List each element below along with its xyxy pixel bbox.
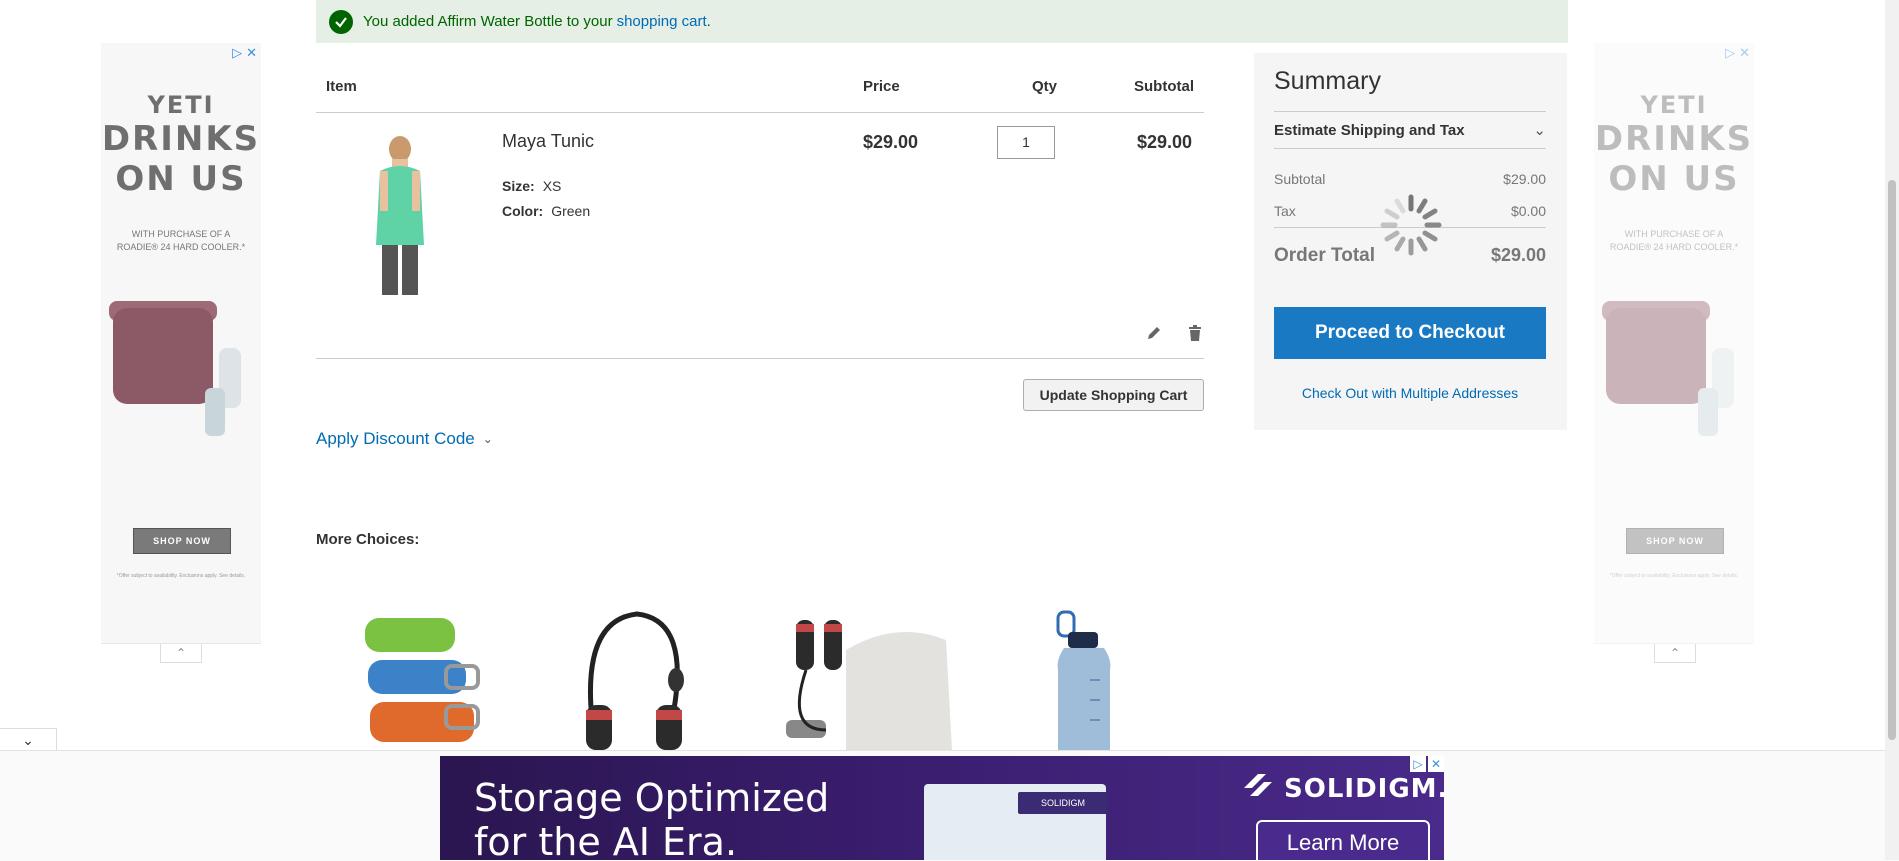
left-ad-collapse-button[interactable]: ⌃ <box>160 644 202 663</box>
estimate-shipping-toggle[interactable]: Estimate Shipping and Tax ⌄ <box>1274 111 1546 149</box>
ad-brand-line1: YETI <box>1640 91 1708 119</box>
summary-subtotal-label: Subtotal <box>1274 171 1326 187</box>
left-side-ad[interactable]: ▷ ✕ YETI DRINKS ON US WITH PURCHASE OF A… <box>101 43 261 644</box>
banner-brand: SOLIDIGM. <box>1240 770 1444 807</box>
ad-subtext: WITH PURCHASE OF A ROADIE® 24 HARD COOLE… <box>116 229 246 252</box>
bottle-image-small <box>205 388 225 436</box>
option-size-value: XS <box>542 178 562 194</box>
edit-icon[interactable] <box>1145 324 1163 342</box>
option-color-label: Color: <box>502 203 544 219</box>
item-subtotal: $29.00 <box>1137 132 1193 152</box>
ad-shop-now-button[interactable]: SHOP NOW <box>133 528 231 554</box>
update-cart-button[interactable]: Update Shopping Cart <box>1023 379 1204 411</box>
adchoices-icon[interactable]: ▷ <box>1410 756 1426 772</box>
ad-brand-line1: YETI <box>147 91 215 119</box>
option-color-value: Green <box>551 203 591 219</box>
multi-address-checkout-link[interactable]: Check Out with Multiple Addresses <box>1274 385 1546 401</box>
qty-input[interactable]: 1 <box>997 126 1055 159</box>
ad-brand-line3: ON US <box>115 159 247 199</box>
ad-controls[interactable]: ▷ ✕ <box>232 45 257 61</box>
message-suffix: . <box>706 13 711 30</box>
summary-tax-value: $0.00 <box>1510 203 1546 219</box>
scrollbar-thumb[interactable] <box>1888 180 1896 740</box>
bottle-image-small <box>1698 388 1718 436</box>
banner-card-tag: SOLIDIGM <box>1018 792 1108 814</box>
item-price: $29.00 <box>863 132 919 152</box>
summary-tax-label: Tax <box>1274 203 1296 219</box>
checkmark-icon <box>329 9 353 34</box>
ad-brand-line3: ON US <box>1608 159 1740 199</box>
ad-fine-print: *Offer subject to availability. Exclusio… <box>116 573 246 579</box>
solidigm-logo-icon <box>1240 770 1276 807</box>
ad-brand-line2: DRINKS <box>1594 119 1754 159</box>
ad-brand-line2: DRINKS <box>101 119 261 159</box>
option-size-label: Size: <box>502 178 535 194</box>
related-product-water-bottle[interactable] <box>1050 610 1120 750</box>
summary-title: Summary <box>1274 67 1381 95</box>
banner-headline-line1: Storage Optimized <box>474 776 830 820</box>
right-ad-collapse-button[interactable]: ⌃ <box>1654 644 1696 663</box>
chevron-down-icon: ⌄ <box>482 432 493 446</box>
loading-spinner-icon <box>1379 193 1443 257</box>
chevron-up-icon: ⌃ <box>175 646 187 660</box>
estimate-shipping-label[interactable]: Estimate Shipping and Tax <box>1274 122 1465 139</box>
banner-headline-line2: for the AI Era. <box>474 820 738 860</box>
close-icon[interactable]: ✕ <box>1739 45 1750 61</box>
trash-icon[interactable] <box>1186 324 1204 342</box>
ad-brand: YETI DRINKS ON US <box>1594 91 1754 199</box>
header-item: Item <box>326 78 357 95</box>
success-message: You added Affirm Water Bottle to your sh… <box>316 0 1568 43</box>
bottom-banner-ad[interactable]: Storage Optimized for the AI Era. SOLIDI… <box>440 756 1444 860</box>
banner-brand-text: SOLIDIGM. <box>1284 773 1444 804</box>
product-name-link[interactable]: Maya Tunic <box>502 131 594 152</box>
cooler-body <box>113 308 213 404</box>
ad-controls[interactable]: ▷ ✕ <box>1725 45 1750 61</box>
product-thumbnail[interactable] <box>362 135 438 297</box>
banner-ad-controls[interactable]: ▷ ✕ <box>1410 756 1444 772</box>
related-product-jump-rope[interactable] <box>572 610 702 750</box>
chevron-up-icon: ⌃ <box>1669 646 1681 660</box>
related-product-yoga-strap[interactable] <box>360 610 490 750</box>
cart-table-header: Item Price Qty Subtotal <box>316 78 1204 113</box>
bottom-ad-collapse-button[interactable]: ⌄ <box>0 728 57 751</box>
ad-shop-now-button[interactable]: SHOP NOW <box>1626 528 1724 554</box>
row-divider <box>316 358 1204 359</box>
header-price: Price <box>863 78 900 95</box>
adchoices-icon[interactable]: ▷ <box>1725 45 1735 61</box>
related-product-jump-rope-kit[interactable] <box>766 610 956 750</box>
close-icon[interactable]: ✕ <box>1428 756 1444 772</box>
chevron-down-icon: ⌄ <box>22 731 34 748</box>
adchoices-icon[interactable]: ▷ <box>232 45 242 61</box>
discount-code-toggle[interactable]: Apply Discount Code ⌄ <box>316 429 493 449</box>
proceed-to-checkout-button[interactable]: Proceed to Checkout <box>1274 307 1546 359</box>
summary-subtotal-value: $29.00 <box>1503 171 1546 187</box>
header-subtotal: Subtotal <box>1134 78 1194 95</box>
order-total-value: $29.00 <box>1490 245 1546 265</box>
cooler-body <box>1606 308 1706 404</box>
order-total-label: Order Total <box>1274 245 1375 266</box>
chevron-down-icon: ⌄ <box>1533 122 1546 139</box>
summary-subtotal-row: Subtotal $29.00 <box>1274 171 1546 187</box>
ad-subtext: WITH PURCHASE OF A ROADIE® 24 HARD COOLE… <box>1609 229 1739 252</box>
ad-brand: YETI DRINKS ON US <box>101 91 261 199</box>
right-side-ad[interactable]: ▷ ✕ YETI DRINKS ON US WITH PURCHASE OF A… <box>1594 43 1754 644</box>
related-products-title: More Choices: <box>316 531 420 548</box>
discount-code-label[interactable]: Apply Discount Code <box>316 429 475 449</box>
order-summary: Summary Estimate Shipping and Tax ⌄ Subt… <box>1254 53 1567 430</box>
banner-headline: Storage Optimized for the AI Era. <box>474 776 829 860</box>
option-size: Size: XS <box>502 178 561 194</box>
close-icon[interactable]: ✕ <box>246 45 257 61</box>
learn-more-button[interactable]: Learn More <box>1256 820 1430 860</box>
message-text: You added Affirm Water Bottle to your <box>363 13 613 30</box>
ad-fine-print: *Offer subject to availability. Exclusio… <box>1609 573 1739 579</box>
header-qty: Qty <box>1032 78 1058 95</box>
shopping-cart-link[interactable]: shopping cart <box>617 13 707 30</box>
option-color: Color: Green <box>502 203 590 219</box>
